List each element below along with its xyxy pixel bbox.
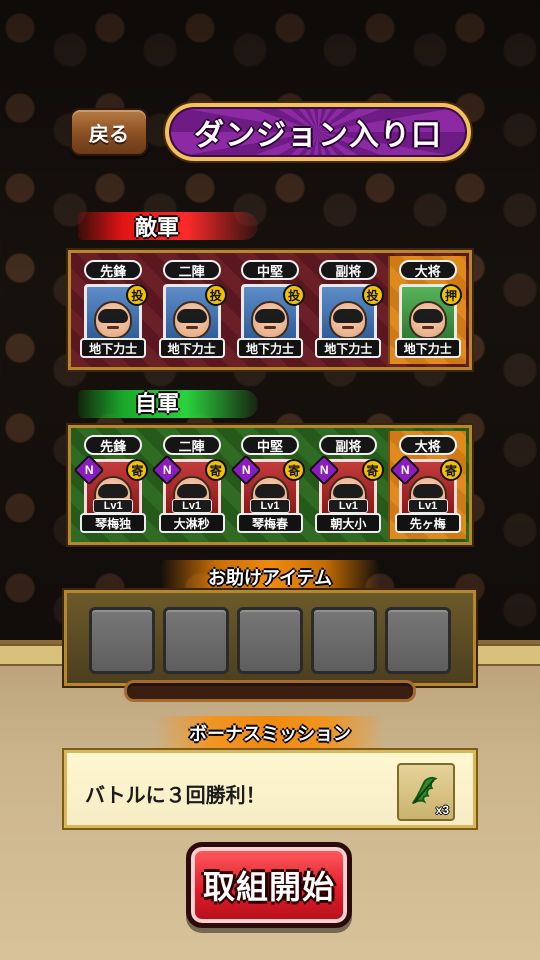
enemy-lineup: 先鋒 投 地下力士 二陣 投 地下力士 中堅 投 地下力士 副将 投 地下力士 … (68, 250, 472, 370)
wrestler-face-icon (329, 301, 368, 339)
help-item-slot-3[interactable] (237, 607, 303, 674)
ally-lineup: 先鋒 N 寄 Lv1 琴梅独 二陣 N 寄 Lv1 大淋秒 中堅 N 寄 Lv1… (68, 425, 472, 545)
technique-badge: 寄 (361, 459, 384, 481)
level-tag: Lv1 (93, 499, 134, 513)
help-items-bar (124, 680, 416, 702)
ally-slot-4[interactable]: 副将 N 寄 Lv1 朝大小 (308, 431, 387, 539)
wrestler-name: 地下力士 (394, 338, 461, 358)
enemy-slot-1[interactable]: 先鋒 投 地下力士 (74, 256, 152, 364)
wrestler-name: 地下力士 (236, 338, 303, 358)
rank-tag: 二陣 (162, 435, 221, 455)
enemy-slot-2[interactable]: 二陣 投 地下力士 (152, 256, 230, 364)
back-button[interactable]: 戻る (70, 108, 148, 156)
title-banner: ダンジョン入り口 (165, 103, 471, 161)
help-item-slot-2[interactable] (163, 607, 229, 674)
bonus-mission-title: ボーナスミッション (155, 716, 385, 750)
enemy-slot-4[interactable]: 副将 投 地下力士 (309, 256, 387, 364)
wrestler-face-icon (172, 301, 211, 339)
wrestler-name: 琴梅独 (80, 513, 147, 533)
help-item-slot-5[interactable] (385, 607, 451, 674)
rank-tag: 中堅 (240, 260, 299, 280)
help-item-slot-4[interactable] (311, 607, 377, 674)
help-items-title: お助けアイテム (160, 560, 380, 594)
ally-slot-1[interactable]: 先鋒 N 寄 Lv1 琴梅独 (73, 431, 152, 539)
technique-badge: 投 (361, 284, 384, 306)
rank-tag: 副将 (319, 435, 378, 455)
technique-badge: 投 (126, 284, 149, 306)
start-bout-label: 取組開始 (202, 869, 335, 905)
wrestler-name: 朝大小 (315, 513, 382, 533)
wrestler-name: 地下力士 (315, 338, 382, 358)
rank-tag: 中堅 (240, 435, 299, 455)
bonus-mission-box: バトルに３回勝利！ x3 (64, 750, 476, 828)
wrestler-name: 地下力士 (80, 338, 147, 358)
wrestler-name: 大淋秒 (158, 513, 225, 533)
help-items-panel (64, 590, 476, 686)
rank-tag: 先鋒 (84, 260, 143, 280)
start-bout-button[interactable]: 取組開始 (186, 842, 352, 928)
help-item-slot-1[interactable] (89, 607, 155, 674)
technique-badge: 押 (439, 284, 462, 306)
wrestler-name: 琴梅春 (236, 513, 303, 533)
ally-team-label: 自軍 (134, 391, 179, 416)
level-tag: Lv1 (249, 499, 290, 513)
enemy-team-label: 敵軍 (134, 215, 179, 240)
technique-badge: 寄 (439, 459, 462, 481)
rank-tag: 副将 (319, 260, 378, 280)
level-tag: Lv1 (328, 499, 369, 513)
wrestler-name: 先ヶ梅 (394, 513, 461, 533)
enemy-slot-3[interactable]: 中堅 投 地下力士 (231, 256, 309, 364)
reward-quantity: x3 (435, 803, 449, 817)
level-tag: Lv1 (407, 499, 448, 513)
rank-tag: 大将 (398, 435, 457, 455)
technique-badge: 寄 (204, 459, 227, 481)
page-title: ダンジョン入り口 (194, 119, 442, 152)
wrestler-face-icon (408, 301, 447, 339)
bonus-reward: x3 (397, 763, 455, 821)
ally-slot-2[interactable]: 二陣 N 寄 Lv1 大淋秒 (151, 431, 230, 539)
ally-slot-5[interactable]: 大将 N 寄 Lv1 先ヶ梅 (387, 431, 466, 539)
wrestler-name: 地下力士 (158, 338, 225, 358)
rank-tag: 先鋒 (84, 435, 143, 455)
rank-tag: 二陣 (162, 260, 221, 280)
ally-slot-3[interactable]: 中堅 N 寄 Lv1 琴梅春 (230, 431, 309, 539)
technique-badge: 投 (283, 284, 306, 306)
bonus-mission-text: バトルに３回勝利！ (85, 785, 266, 807)
technique-badge: 投 (204, 284, 227, 306)
enemy-slot-5[interactable]: 大将 押 地下力士 (387, 256, 466, 364)
technique-badge: 寄 (126, 459, 149, 481)
technique-badge: 寄 (283, 459, 306, 481)
level-tag: Lv1 (171, 499, 212, 513)
wrestler-face-icon (94, 301, 133, 339)
wrestler-face-icon (250, 301, 289, 339)
rank-tag: 大将 (398, 260, 457, 280)
